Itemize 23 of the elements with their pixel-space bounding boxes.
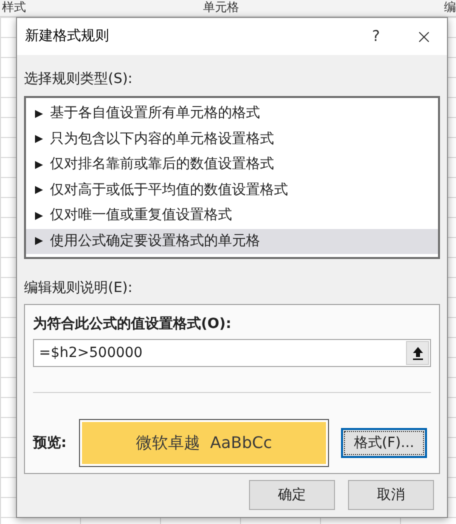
- triangle-icon: [34, 210, 44, 221]
- format-button[interactable]: 格式(F)...: [341, 428, 427, 458]
- ribbon-group-label: 样式: [2, 0, 26, 15]
- preview-text: 微软卓越 AaBbCc: [136, 432, 272, 454]
- triangle-icon: [34, 236, 44, 246]
- rule-type-item[interactable]: 使用公式确定要设置格式的单元格: [26, 228, 438, 254]
- triangle-icon: [34, 134, 44, 144]
- ribbon-group-label: 单元格: [203, 0, 239, 15]
- upload-arrow-icon: [412, 346, 422, 360]
- triangle-icon: [34, 185, 44, 196]
- formula-field[interactable]: =$h2>500000: [33, 339, 431, 367]
- help-button[interactable]: ?: [361, 22, 391, 52]
- triangle-icon: [34, 108, 44, 119]
- description-label: 编辑规则说明(E):: [24, 279, 134, 298]
- collapse-button[interactable]: [406, 341, 429, 365]
- dialog-button[interactable]: 确定: [249, 480, 335, 510]
- preview-label: 预览:: [33, 434, 68, 452]
- formula-label: 为符合此公式的值设置格式(O):: [33, 315, 232, 334]
- triangle-icon: [34, 160, 44, 170]
- dialog-button[interactable]: 取消: [348, 480, 434, 510]
- ribbon-group-label: 编: [444, 0, 456, 15]
- rule-type-label: 选择规则类型(S):: [24, 70, 134, 89]
- window-title: 新建格式规则: [25, 27, 109, 46]
